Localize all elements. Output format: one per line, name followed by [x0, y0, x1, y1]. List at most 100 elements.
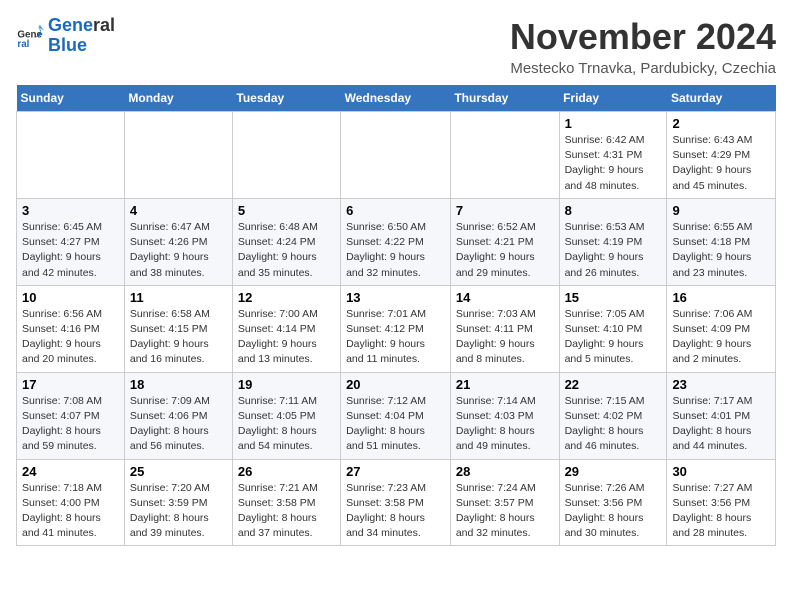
day-info: Sunrise: 7:17 AM Sunset: 4:01 PM Dayligh…: [672, 394, 770, 455]
calendar-cell: 21 Sunrise: 7:14 AM Sunset: 4:03 PM Dayli…: [450, 372, 559, 459]
calendar-cell: [124, 112, 232, 199]
logo-text: GeneralBlue: [48, 16, 115, 56]
week-row-5: 24Sunrise: 7:18 AM Sunset: 4:00 PM Dayli…: [17, 459, 776, 546]
calendar-cell: 20 Sunrise: 7:12 AM Sunset: 4:04 PM Dayli…: [341, 372, 451, 459]
day-info: Sunrise: 7:15 AM Sunset: 4:02 PM Dayligh…: [565, 394, 662, 455]
day-info: Sunrise: 7:12 AM Sunset: 4:04 PM Dayligh…: [346, 394, 445, 455]
day-info: Sunrise: 7:11 AM Sunset: 4:05 PM Dayligh…: [238, 394, 335, 455]
calendar-table: SundayMondayTuesdayWednesdayThursdayFrid…: [16, 85, 776, 546]
day-number: 14: [456, 290, 554, 305]
calendar-cell: 18 Sunrise: 7:09 AM Sunset: 4:06 PM Dayli…: [124, 372, 232, 459]
day-info: Sunrise: 6:58 AM Sunset: 4:15 PM Dayligh…: [130, 307, 227, 368]
day-info: Sunrise: 6:55 AM Sunset: 4:18 PM Dayligh…: [672, 220, 770, 281]
calendar-cell: 9 Sunrise: 6:55 AM Sunset: 4:18 PM Daylig…: [667, 198, 776, 285]
day-number: 22: [565, 377, 662, 392]
day-number: 12: [238, 290, 335, 305]
calendar-cell: 16 Sunrise: 7:06 AM Sunset: 4:09 PM Dayli…: [667, 285, 776, 372]
calendar-cell: 30 Sunrise: 7:27 AM Sunset: 3:56 PM Dayli…: [667, 459, 776, 546]
title-block: November 2024 Mestecko Trnavka, Pardubic…: [510, 16, 776, 77]
day-number: 3: [22, 203, 119, 218]
calendar-cell: [341, 112, 451, 199]
week-row-1: 1Sunrise: 6:42 AM Sunset: 4:31 PM Daylig…: [17, 112, 776, 199]
calendar-cell: 14Sunrise: 7:03 AM Sunset: 4:11 PM Dayli…: [450, 285, 559, 372]
calendar-cell: [232, 112, 340, 199]
day-info: Sunrise: 6:43 AM Sunset: 4:29 PM Dayligh…: [672, 133, 770, 194]
calendar-cell: 26 Sunrise: 7:21 AM Sunset: 3:58 PM Dayli…: [232, 459, 340, 546]
calendar-cell: [17, 112, 125, 199]
day-number: 11: [130, 290, 227, 305]
day-info: Sunrise: 6:47 AM Sunset: 4:26 PM Dayligh…: [130, 220, 227, 281]
day-number: 24: [22, 464, 119, 479]
day-number: 26: [238, 464, 335, 479]
day-number: 15: [565, 290, 662, 305]
day-number: 16: [672, 290, 770, 305]
weekday-header-monday: Monday: [124, 85, 232, 112]
day-info: Sunrise: 6:42 AM Sunset: 4:31 PM Dayligh…: [565, 133, 662, 194]
day-number: 28: [456, 464, 554, 479]
calendar-cell: 28Sunrise: 7:24 AM Sunset: 3:57 PM Dayli…: [450, 459, 559, 546]
calendar-cell: 24Sunrise: 7:18 AM Sunset: 4:00 PM Dayli…: [17, 459, 125, 546]
calendar-cell: 15 Sunrise: 7:05 AM Sunset: 4:10 PM Dayli…: [559, 285, 667, 372]
calendar-cell: 27Sunrise: 7:23 AM Sunset: 3:58 PM Dayli…: [341, 459, 451, 546]
calendar-cell: 5 Sunrise: 6:48 AM Sunset: 4:24 PM Daylig…: [232, 198, 340, 285]
logo-icon: Gene ral: [16, 22, 44, 50]
day-info: Sunrise: 7:20 AM Sunset: 3:59 PM Dayligh…: [130, 481, 227, 542]
weekday-header-row: SundayMondayTuesdayWednesdayThursdayFrid…: [17, 85, 776, 112]
weekday-header-saturday: Saturday: [667, 85, 776, 112]
day-info: Sunrise: 6:48 AM Sunset: 4:24 PM Dayligh…: [238, 220, 335, 281]
calendar-cell: 23Sunrise: 7:17 AM Sunset: 4:01 PM Dayli…: [667, 372, 776, 459]
day-info: Sunrise: 7:06 AM Sunset: 4:09 PM Dayligh…: [672, 307, 770, 368]
page-header: Gene ral GeneralBlue November 2024 Meste…: [16, 16, 776, 77]
day-number: 18: [130, 377, 227, 392]
calendar-cell: 11 Sunrise: 6:58 AM Sunset: 4:15 PM Dayli…: [124, 285, 232, 372]
day-number: 29: [565, 464, 662, 479]
svg-text:ral: ral: [17, 39, 29, 50]
day-info: Sunrise: 6:45 AM Sunset: 4:27 PM Dayligh…: [22, 220, 119, 281]
day-info: Sunrise: 7:27 AM Sunset: 3:56 PM Dayligh…: [672, 481, 770, 542]
weekday-header-tuesday: Tuesday: [232, 85, 340, 112]
day-number: 5: [238, 203, 335, 218]
calendar-cell: 29 Sunrise: 7:26 AM Sunset: 3:56 PM Dayli…: [559, 459, 667, 546]
week-row-3: 10Sunrise: 6:56 AM Sunset: 4:16 PM Dayli…: [17, 285, 776, 372]
day-number: 7: [456, 203, 554, 218]
calendar-cell: 3 Sunrise: 6:45 AM Sunset: 4:27 PM Daylig…: [17, 198, 125, 285]
calendar-cell: 10Sunrise: 6:56 AM Sunset: 4:16 PM Dayli…: [17, 285, 125, 372]
day-number: 21: [456, 377, 554, 392]
logo: Gene ral GeneralBlue: [16, 16, 115, 56]
location-title: Mestecko Trnavka, Pardubicky, Czechia: [510, 60, 776, 77]
calendar-cell: [450, 112, 559, 199]
day-info: Sunrise: 7:09 AM Sunset: 4:06 PM Dayligh…: [130, 394, 227, 455]
calendar-cell: 17 Sunrise: 7:08 AM Sunset: 4:07 PM Dayli…: [17, 372, 125, 459]
day-number: 4: [130, 203, 227, 218]
day-number: 17: [22, 377, 119, 392]
calendar-cell: 25 Sunrise: 7:20 AM Sunset: 3:59 PM Dayli…: [124, 459, 232, 546]
day-number: 30: [672, 464, 770, 479]
day-info: Sunrise: 7:08 AM Sunset: 4:07 PM Dayligh…: [22, 394, 119, 455]
day-info: Sunrise: 7:05 AM Sunset: 4:10 PM Dayligh…: [565, 307, 662, 368]
day-number: 9: [672, 203, 770, 218]
calendar-cell: 19 Sunrise: 7:11 AM Sunset: 4:05 PM Dayli…: [232, 372, 340, 459]
day-info: Sunrise: 7:01 AM Sunset: 4:12 PM Dayligh…: [346, 307, 445, 368]
day-number: 20: [346, 377, 445, 392]
day-info: Sunrise: 7:00 AM Sunset: 4:14 PM Dayligh…: [238, 307, 335, 368]
day-number: 19: [238, 377, 335, 392]
day-number: 8: [565, 203, 662, 218]
day-info: Sunrise: 6:53 AM Sunset: 4:19 PM Dayligh…: [565, 220, 662, 281]
calendar-cell: 4 Sunrise: 6:47 AM Sunset: 4:26 PM Daylig…: [124, 198, 232, 285]
day-info: Sunrise: 7:21 AM Sunset: 3:58 PM Dayligh…: [238, 481, 335, 542]
day-info: Sunrise: 6:50 AM Sunset: 4:22 PM Dayligh…: [346, 220, 445, 281]
day-number: 25: [130, 464, 227, 479]
calendar-cell: 1Sunrise: 6:42 AM Sunset: 4:31 PM Daylig…: [559, 112, 667, 199]
day-info: Sunrise: 6:52 AM Sunset: 4:21 PM Dayligh…: [456, 220, 554, 281]
week-row-2: 3 Sunrise: 6:45 AM Sunset: 4:27 PM Daylig…: [17, 198, 776, 285]
weekday-header-thursday: Thursday: [450, 85, 559, 112]
day-info: Sunrise: 6:56 AM Sunset: 4:16 PM Dayligh…: [22, 307, 119, 368]
day-number: 2: [672, 116, 770, 131]
calendar-cell: 13 Sunrise: 7:01 AM Sunset: 4:12 PM Dayli…: [341, 285, 451, 372]
month-title: November 2024: [510, 16, 776, 58]
day-info: Sunrise: 7:23 AM Sunset: 3:58 PM Dayligh…: [346, 481, 445, 542]
day-info: Sunrise: 7:26 AM Sunset: 3:56 PM Dayligh…: [565, 481, 662, 542]
day-number: 13: [346, 290, 445, 305]
day-info: Sunrise: 7:14 AM Sunset: 4:03 PM Dayligh…: [456, 394, 554, 455]
weekday-header-friday: Friday: [559, 85, 667, 112]
